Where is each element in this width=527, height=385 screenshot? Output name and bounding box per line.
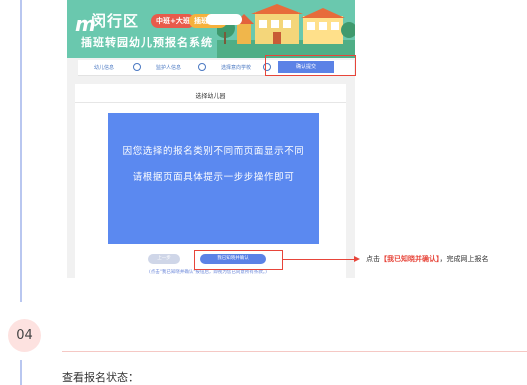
annotation-arrowhead [354,256,360,262]
site-banner: m 闵行区 中班+大班 插班报名 插班转园幼儿预报名系统 [67,0,355,58]
step-dot-1 [133,63,141,71]
section-number-badge: 04 [8,319,41,352]
step-select-school: 选择意向学校 [221,65,252,71]
section-divider [62,351,527,352]
annotation-prefix: 点击 [366,255,380,263]
timeline-line-top [20,0,22,302]
login-box[interactable] [206,14,242,25]
modal-line-1: 因您选择的报名类别不同而页面显示不同 [122,146,305,157]
annotation-arrow [282,259,356,260]
section-heading: 查看报名状态： [62,371,139,384]
info-modal: 因您选择的报名类别不同而页面显示不同 请根据页面具体提示一步步操作即可 [108,113,319,244]
annotation-text: 点击【我已知晓并确认】，完成网上报名 [366,254,489,264]
house-illustration [217,4,355,58]
panel-divider [75,102,346,103]
modal-line-2: 请根据页面具体提示一步步操作即可 [132,172,295,183]
system-subtitle: 插班转园幼儿预报名系统 [81,36,213,49]
annotation-highlight: 【我已知晓并确认】 [380,255,440,263]
step-child-info: 幼儿信息 [94,65,115,71]
timeline-line-bottom [20,360,22,385]
highlight-step-box [265,55,356,76]
step-dot-2 [198,63,206,71]
district-title: 闵行区 [91,12,140,30]
prev-step-button[interactable]: 上一步 [148,254,180,264]
annotation-suffix: ，完成网上报名 [439,255,489,263]
step-guardian-info: 监护人信息 [156,65,182,71]
highlight-confirm-box [194,250,283,270]
panel-title: 选择幼儿园 [195,93,226,100]
